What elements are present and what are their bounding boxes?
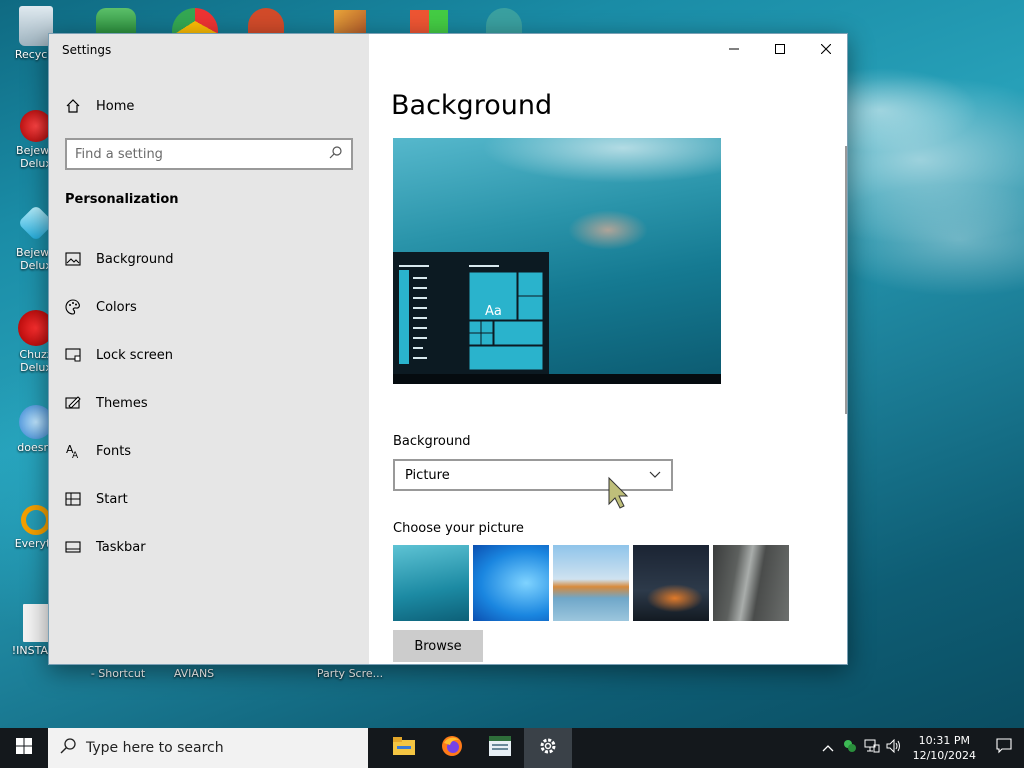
file-explorer-icon: [393, 737, 415, 759]
nav-colors[interactable]: Colors: [65, 293, 137, 321]
network-button[interactable]: [861, 728, 883, 768]
picture-thumb-night-sky[interactable]: [633, 545, 709, 621]
notification-icon: [996, 738, 1012, 758]
fonts-icon: AA: [65, 443, 81, 459]
svg-text:A: A: [72, 451, 79, 459]
preview-sample-text: Aa: [485, 304, 502, 319]
home-icon: [65, 98, 81, 114]
search-icon: [329, 145, 343, 163]
background-label: Background: [393, 434, 471, 449]
taskbar: Type here to search 10:31 PM 12/10/2024: [0, 728, 1024, 768]
nav-background[interactable]: Background: [65, 245, 174, 273]
start-button[interactable]: [0, 728, 48, 768]
background-preview: Aa: [393, 138, 721, 384]
volume-icon: [886, 738, 902, 757]
lock-screen-icon: [65, 347, 81, 363]
content-scrollbar[interactable]: [845, 146, 847, 414]
green-app-icon: [843, 739, 857, 757]
picture-thumb-waterfall[interactable]: [713, 545, 789, 621]
palette-icon: [65, 299, 81, 315]
network-icon: [864, 739, 880, 757]
page-title: Background: [391, 90, 553, 121]
start-icon: [65, 491, 81, 507]
document-icon: [23, 604, 49, 642]
chevron-down-icon: [649, 468, 661, 483]
themes-icon: [65, 395, 81, 411]
firefox-icon: [441, 735, 463, 761]
section-title: Personalization: [65, 192, 179, 207]
picture-thumbnails: [393, 545, 789, 621]
taskbar-app-firefox[interactable]: [428, 728, 476, 768]
taskbar-icon: [65, 539, 81, 555]
maximize-icon: [775, 43, 785, 58]
nav-colors-label: Colors: [96, 299, 137, 315]
taskbar-app-settings[interactable]: [524, 728, 572, 768]
settings-window: Settings Home Personalization Background: [48, 33, 848, 665]
clock-time: 10:31 PM: [918, 734, 970, 747]
browse-button[interactable]: Browse: [393, 630, 483, 662]
background-dropdown[interactable]: Picture: [393, 459, 673, 491]
image-icon: [65, 251, 81, 267]
preview-start-menu-art: [399, 265, 544, 371]
app-icon-package[interactable]: [334, 10, 366, 34]
preview-taskbar: [393, 374, 721, 384]
chevron-up-icon: [822, 741, 834, 756]
taskbar-search-box[interactable]: Type here to search: [48, 728, 368, 768]
nav-background-label: Background: [96, 251, 174, 267]
nav-taskbar-label: Taskbar: [96, 539, 146, 555]
nav-start-label: Start: [96, 491, 128, 507]
window-title: Settings: [62, 43, 112, 57]
nav-fonts-label: Fonts: [96, 443, 132, 459]
nav-home[interactable]: Home: [65, 92, 134, 120]
app-window-icon: [489, 736, 511, 760]
mouse-cursor-icon: [606, 476, 630, 510]
window-controls: [711, 34, 847, 66]
windows-logo-icon: [16, 738, 32, 758]
nav-start[interactable]: Start: [65, 485, 128, 513]
nav-lock-screen-label: Lock screen: [96, 347, 173, 363]
desktop-icon-avians[interactable]: AVIANS: [158, 667, 230, 680]
tray-app-button[interactable]: [839, 728, 861, 768]
background-dropdown-value: Picture: [405, 467, 450, 483]
search-icon: [60, 738, 76, 758]
taskbar-app-window[interactable]: [476, 728, 524, 768]
minimize-button[interactable]: [711, 34, 757, 66]
nav-lock-screen[interactable]: Lock screen: [65, 341, 173, 369]
preview-swimmer: [568, 210, 648, 250]
nav-home-label: Home: [96, 98, 135, 114]
sidebar: Settings Home Personalization Background: [49, 34, 369, 664]
people-app-icon[interactable]: [96, 8, 136, 34]
volume-button[interactable]: [883, 728, 905, 768]
nav-themes-label: Themes: [96, 395, 148, 411]
preview-foam: [393, 138, 721, 208]
picture-thumb-windows-blue[interactable]: [473, 545, 549, 621]
clock[interactable]: 10:31 PM 12/10/2024: [913, 733, 976, 763]
find-setting-input[interactable]: [75, 146, 329, 162]
maximize-button[interactable]: [757, 34, 803, 66]
find-setting-box[interactable]: [65, 138, 353, 170]
close-icon: [820, 43, 832, 58]
picture-thumb-underwater[interactable]: [393, 545, 469, 621]
preview-start-menu: Aa: [393, 252, 549, 374]
system-tray: 10:31 PM 12/10/2024: [817, 728, 1024, 768]
everything-search-icon: [21, 505, 51, 535]
nav-taskbar[interactable]: Taskbar: [65, 533, 146, 561]
nav-fonts[interactable]: AA Fonts: [65, 437, 131, 465]
notifications-button[interactable]: [984, 728, 1024, 768]
close-button[interactable]: [803, 34, 847, 66]
app-icon-office[interactable]: [410, 10, 448, 34]
minimize-icon: [729, 43, 739, 58]
taskbar-search-placeholder: Type here to search: [86, 740, 224, 756]
clock-date: 12/10/2024: [912, 749, 976, 762]
desktop-icon-shortcut[interactable]: - Shortcut: [82, 667, 154, 680]
taskbar-app-file-explorer[interactable]: [380, 728, 428, 768]
settings-gear-icon: [538, 736, 558, 760]
content-pane: Background Aa Background Picture Choose …: [369, 34, 847, 664]
picture-thumb-beach[interactable]: [553, 545, 629, 621]
tray-overflow-button[interactable]: [817, 728, 839, 768]
desktop-icon-party-screen[interactable]: Party Scre...: [314, 667, 386, 680]
nav-themes[interactable]: Themes: [65, 389, 148, 417]
choose-picture-label: Choose your picture: [393, 521, 524, 536]
